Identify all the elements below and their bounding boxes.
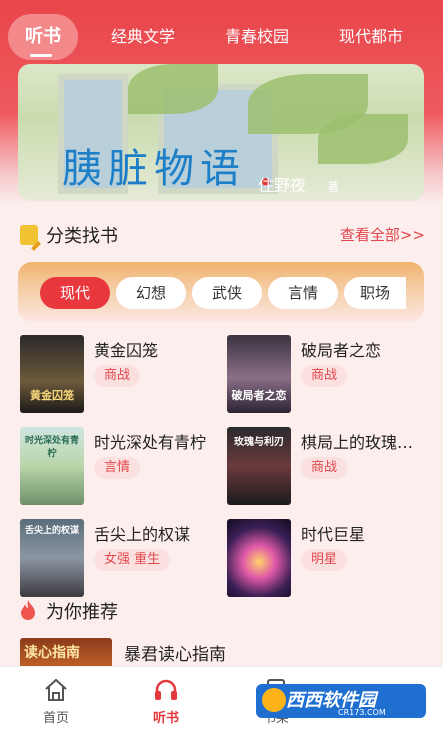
book-title: 时光深处有青柠: [94, 433, 207, 452]
book-card[interactable]: 舌尖上的权谋 舌尖上的权谋 女强 重生: [20, 519, 220, 599]
nav-home-label: 首页: [42, 711, 69, 726]
book-cover-text: 黄金囚笼: [30, 389, 74, 402]
top-tab-bar: 听书 经典文学 青春校园 现代都市: [0, 14, 443, 64]
book-tag[interactable]: 明星: [301, 549, 348, 571]
book-cover: 时光深处有青柠: [20, 427, 84, 505]
nav-listen-label: 听书: [152, 711, 179, 726]
chip-modern[interactable]: 现代: [40, 277, 110, 309]
book-tag[interactable]: 商战: [301, 457, 348, 479]
watermark-url: CR173.COM: [338, 708, 386, 717]
book-cover: 黄金囚笼: [20, 335, 84, 413]
book-card[interactable]: 时代巨星 明星: [227, 519, 427, 599]
book-cover: 舌尖上的权谋: [20, 519, 84, 597]
book-cover-text: 读心指南: [24, 645, 80, 661]
chip-wuxia[interactable]: 武侠: [192, 277, 262, 309]
chip-workplace[interactable]: 职场: [344, 277, 406, 309]
book-card[interactable]: 时光深处有青柠 时光深处有青柠 言情: [20, 427, 220, 507]
book-cover: [227, 519, 291, 597]
chip-fantasy[interactable]: 幻想: [116, 277, 186, 309]
tab-youth-campus[interactable]: 青春校园: [214, 14, 300, 60]
book-tag[interactable]: 商战: [301, 365, 348, 387]
category-section-title: 分类找书: [46, 226, 118, 247]
view-all-link[interactable]: 查看全部>>: [340, 224, 425, 245]
book-cover-text: 时光深处有青柠: [24, 436, 79, 459]
home-icon: [45, 678, 67, 701]
site-watermark: 西西软件园 CR173.COM: [256, 680, 426, 724]
book-title: 舌尖上的权谋: [94, 525, 191, 544]
book-tag[interactable]: 女强 重生: [94, 549, 171, 571]
banner-book-title: 胰脏物语: [62, 146, 246, 192]
headphones-icon: [155, 679, 177, 700]
book-card[interactable]: 玫瑰与利刃 棋局上的玫瑰… 商战: [227, 427, 427, 507]
book-cover-text: 破局者之恋: [231, 389, 287, 402]
nav-home[interactable]: 首页: [26, 677, 86, 726]
book-cover: 玫瑰与利刃: [227, 427, 291, 505]
category-chip-panel: 现代 幻想 武侠 言情 职场: [18, 262, 424, 322]
notepad-icon: [20, 225, 38, 245]
tab-modern-city[interactable]: 现代都市: [328, 14, 414, 60]
featured-banner[interactable]: 胰脏物语 住野夜 著: [18, 64, 424, 201]
chip-romance[interactable]: 言情: [268, 277, 338, 309]
active-tab-indicator: [30, 54, 52, 57]
banner-foliage: [128, 64, 218, 114]
book-title: 棋局上的玫瑰…: [301, 433, 414, 452]
nav-listen[interactable]: 听书: [136, 677, 196, 726]
watermark-logo-icon: [262, 688, 286, 712]
banner-author-name: 住野夜: [258, 176, 307, 195]
book-cover: 读心指南: [20, 638, 112, 668]
book-title: 破局者之恋: [301, 341, 382, 360]
banner-foliage: [318, 114, 408, 164]
banner-author: 住野夜 著: [258, 172, 339, 196]
tab-classic-literature[interactable]: 经典文学: [100, 14, 186, 60]
recommend-book-item[interactable]: 读心指南 暴君读心指南: [20, 638, 425, 668]
book-title: 暴君读心指南: [124, 645, 226, 665]
flame-icon: [21, 600, 35, 620]
book-tag[interactable]: 言情: [94, 457, 141, 479]
book-card[interactable]: 黄金囚笼 黄金囚笼 商战: [20, 335, 220, 415]
book-tag[interactable]: 商战: [94, 365, 141, 387]
book-cover: 破局者之恋: [227, 335, 291, 413]
recommend-section-title: 为你推荐: [46, 602, 118, 623]
book-card[interactable]: 破局者之恋 破局者之恋 商战: [227, 335, 427, 415]
category-section-header: 分类找书 查看全部>>: [20, 222, 425, 248]
book-cover-text: 玫瑰与利刃: [234, 437, 284, 448]
book-title: 时代巨星: [301, 525, 366, 544]
book-cover-text: 舌尖上的权谋: [24, 526, 79, 536]
book-title: 黄金囚笼: [94, 341, 159, 360]
banner-author-suffix: 著: [327, 180, 340, 194]
